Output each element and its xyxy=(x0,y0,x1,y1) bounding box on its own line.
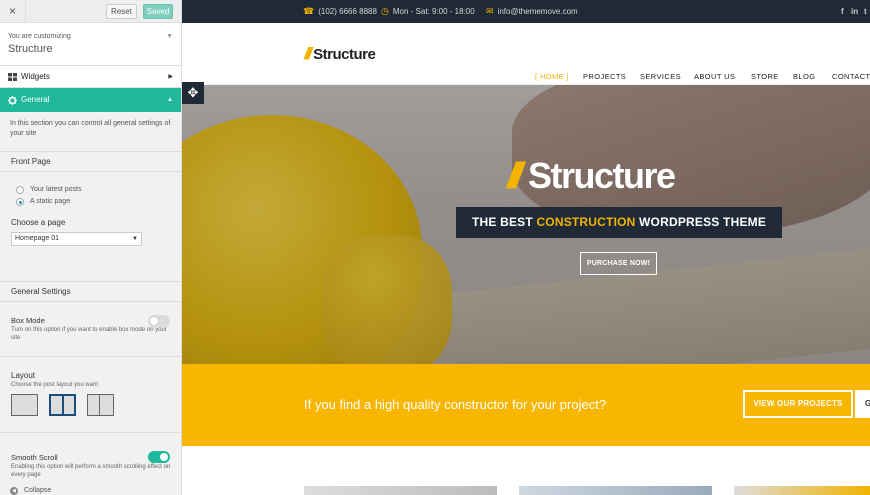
logo-mark-icon: /// xyxy=(304,44,312,63)
nav-home[interactable]: [ HOME ] xyxy=(535,72,569,82)
nav-contact[interactable]: CONTACT xyxy=(832,72,870,82)
general-settings-title: General Settings xyxy=(0,282,181,302)
logo-text: Structure xyxy=(313,45,376,63)
chevron-down-icon[interactable]: ▼ xyxy=(166,33,173,40)
move-icon[interactable]: ✥ xyxy=(182,82,204,104)
nav-store[interactable]: STORE xyxy=(751,72,779,82)
cta-bar: If you find a high quality constructor f… xyxy=(182,364,870,446)
logo-mark-icon: /// xyxy=(507,155,523,196)
section-general-label: General xyxy=(21,95,50,104)
site-preview: ☎ (102) 6666 8888 ◷ Mon - Sat: 9:00 - 18:0… xyxy=(182,0,870,495)
saved-button[interactable]: Saved xyxy=(143,4,173,19)
radio-button[interactable] xyxy=(16,186,24,194)
nav-blog[interactable]: BLOG xyxy=(793,72,815,82)
page-select-value: Homepage 01 xyxy=(15,235,59,242)
choose-page-label: Choose a page xyxy=(11,218,66,227)
widgets-icon xyxy=(8,73,17,81)
twitter-icon[interactable]: t xyxy=(864,0,867,23)
clock-icon: ◷ xyxy=(381,6,389,16)
email-text: info@thememove.com xyxy=(497,7,578,16)
layout-sidebar[interactable] xyxy=(87,393,114,416)
reset-button[interactable]: Reset xyxy=(106,4,137,19)
topbar-hours: ◷ Mon - Sat: 9:00 - 18:00 xyxy=(381,0,475,23)
smooth-scroll-desc: Enabling this option will perform a smoo… xyxy=(11,464,171,478)
hero-logo-text: Structure xyxy=(528,155,676,196)
section-widgets-label: Widgets xyxy=(21,72,50,81)
radio-label: Your latest posts xyxy=(30,186,82,193)
nav-services[interactable]: SERVICES xyxy=(640,72,681,82)
facebook-icon[interactable]: f xyxy=(841,0,844,23)
main-navbar: /// Structure [ HOME ] PROJECTS SERVICES… xyxy=(182,23,870,85)
radio-latest-posts[interactable]: Your latest posts xyxy=(11,184,181,196)
customizing-label: You are customizing xyxy=(8,33,71,40)
collapse-label: Collapse xyxy=(24,487,52,494)
box-mode-option: Box Mode Turn on this option if you want… xyxy=(0,302,181,357)
layout-title: Layout xyxy=(11,371,36,380)
phone-text: (102) 6666 8888 xyxy=(318,7,377,16)
top-bar: ☎ (102) 6666 8888 ◷ Mon - Sat: 9:00 - 18:0… xyxy=(182,0,870,23)
section-widgets[interactable]: Widgets ▶ xyxy=(0,66,181,88)
project-thumbnail[interactable] xyxy=(304,486,497,495)
toggle-knob xyxy=(159,452,169,462)
theme-name: Structure xyxy=(8,43,53,55)
collapse-button[interactable]: ◀ Collapse xyxy=(0,484,181,495)
customizer-header: × Reset Saved xyxy=(0,0,181,23)
collapse-icon: ◀ xyxy=(10,487,18,495)
project-thumbnail[interactable] xyxy=(519,486,712,495)
box-mode-desc: Turn on this option if you want to enabl… xyxy=(11,327,167,341)
hero-tagline: THE BEST CONSTRUCTION WORDPRESS THEME xyxy=(456,207,782,238)
gear-icon xyxy=(8,96,17,105)
tagline-highlight: CONSTRUCTION xyxy=(536,215,636,229)
customizing-info: You are customizing Structure ▼ xyxy=(0,23,181,66)
phone-icon: ☎ xyxy=(303,6,315,16)
hero-logo: /// Structure xyxy=(507,155,676,196)
section-general[interactable]: General ▲ xyxy=(0,88,181,112)
purchase-now-button[interactable]: PURCHASE NOW! xyxy=(580,252,657,275)
hero-banner: /// Structure THE BEST CONSTRUCTION WORD… xyxy=(182,85,870,364)
front-page-title: Front Page xyxy=(0,152,181,172)
chevron-right-icon: ▶ xyxy=(168,74,173,80)
chevron-up-icon: ▲ xyxy=(167,97,173,103)
close-icon[interactable]: × xyxy=(0,0,26,23)
topbar-email[interactable]: ✉ info@thememove.com xyxy=(486,0,578,23)
linkedin-icon[interactable]: in xyxy=(851,0,858,23)
radio-label: A static page xyxy=(30,198,71,205)
chevron-down-icon: ▼ xyxy=(132,236,138,242)
front-page-options: Your latest posts A static page Choose a… xyxy=(0,172,181,282)
hours-text: Mon - Sat: 9:00 - 18:00 xyxy=(392,7,475,16)
box-mode-toggle[interactable] xyxy=(148,315,170,327)
radio-button-checked[interactable] xyxy=(16,198,24,206)
general-description: In this section you can control all gene… xyxy=(0,112,181,152)
layout-option: Layout Choose the post layout you want xyxy=(0,357,181,433)
view-projects-button[interactable]: VIEW OUR PROJECTS xyxy=(743,390,853,418)
cta-text: If you find a high quality constructor f… xyxy=(304,397,607,412)
customizer-sidebar: × Reset Saved You are customizing Struct… xyxy=(0,0,182,495)
cta-secondary-button[interactable]: G xyxy=(855,390,870,418)
layout-two-columns[interactable] xyxy=(49,393,76,416)
envelope-icon: ✉ xyxy=(486,6,494,16)
page-select[interactable]: Homepage 01 ▼ xyxy=(11,232,142,246)
nav-about-us[interactable]: ABOUT US xyxy=(694,72,735,82)
project-thumbnail[interactable] xyxy=(734,486,870,495)
smooth-scroll-toggle[interactable] xyxy=(148,451,170,463)
tagline-pre: THE BEST xyxy=(471,215,537,229)
layout-desc: Choose the post layout you want xyxy=(11,382,99,388)
nav-projects[interactable]: PROJECTS xyxy=(583,72,626,82)
tagline-post: WORDPRESS THEME xyxy=(635,215,767,229)
toggle-knob xyxy=(149,316,159,326)
topbar-phone: ☎ (102) 6666 8888 xyxy=(303,0,377,23)
site-logo[interactable]: /// Structure xyxy=(304,44,376,63)
layout-full-width[interactable] xyxy=(11,393,38,416)
radio-static-page[interactable]: A static page xyxy=(11,196,181,208)
